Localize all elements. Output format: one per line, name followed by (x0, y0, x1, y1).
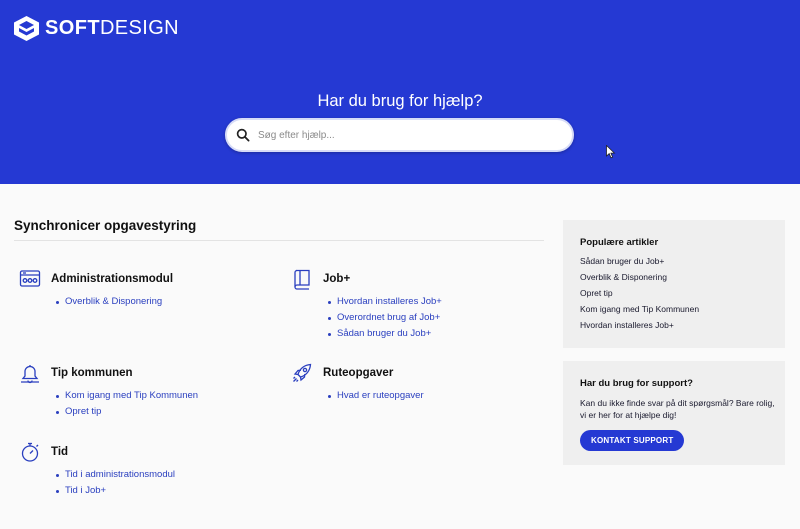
category-name: Tip kommunen (51, 367, 133, 379)
dashboard-icon (19, 268, 41, 290)
softdesign-logo-icon (14, 16, 39, 41)
article-link[interactable]: Hvad er ruteopgaver (328, 388, 549, 404)
article-link[interactable]: Opret tip (56, 404, 277, 420)
support-panel: Har du brug for support? Kan du ikke fin… (563, 361, 785, 465)
category-ruteopgaver: Ruteopgaver Hvad er ruteopgaver (291, 363, 549, 404)
hero-banner: SOFTDESIGN Har du brug for hjælp? (0, 0, 800, 184)
popular-article-link[interactable]: Opret tip (580, 285, 785, 301)
category-name: Tid (51, 446, 69, 458)
contact-support-button[interactable]: KONTAKT SUPPORT (580, 430, 685, 451)
brand-name: SOFTDESIGN (45, 17, 180, 39)
popular-article-link[interactable]: Overblik & Disponering (580, 269, 785, 285)
article-link[interactable]: Tid i Job+ (56, 483, 277, 499)
support-title: Har du brug for support? (580, 378, 693, 389)
brand-logo[interactable]: SOFTDESIGN (13, 15, 179, 42)
article-link[interactable]: Kom igang med Tip Kommunen (56, 388, 277, 404)
hero-title: Har du brug for hjælp? (317, 92, 483, 110)
mouse-cursor-icon (606, 145, 616, 159)
search-icon (236, 128, 250, 142)
article-link[interactable]: Hvordan installeres Job+ (328, 294, 549, 310)
stopwatch-icon (19, 441, 41, 463)
category-tid: Tid Tid i administrationsmodul Tid i Job… (19, 442, 277, 499)
popular-article-link[interactable]: Sådan bruger du Job+ (580, 253, 785, 269)
article-link[interactable]: Tid i administrationsmodul (56, 467, 277, 483)
category-tip-kommunen: Tip kommunen Kom igang med Tip Kommunen … (19, 363, 277, 420)
support-text: Kan du ikke finde svar på dit spørgsmål?… (580, 398, 775, 420)
popular-articles-panel: Populære artikler Sådan bruger du Job+ O… (563, 220, 785, 348)
popular-articles-title: Populære artikler (580, 237, 659, 248)
rocket-icon (291, 362, 313, 384)
popular-article-link[interactable]: Kom igang med Tip Kommunen (580, 301, 785, 317)
category-name: Administrationsmodul (51, 273, 174, 285)
category-name: Job+ (323, 273, 351, 285)
category-administrationsmodul: Administrationsmodul Overblik & Disponer… (19, 269, 277, 310)
article-link[interactable]: Overordnet brug af Job+ (328, 310, 549, 326)
popular-article-link[interactable]: Hvordan installeres Job+ (580, 317, 785, 333)
category-name: Ruteopgaver (323, 367, 394, 379)
section-title: Synchronicer opgavestyring (14, 218, 197, 233)
article-link[interactable]: Overblik & Disponering (56, 294, 277, 310)
search-bar[interactable] (225, 118, 574, 152)
search-input[interactable] (258, 129, 558, 141)
section-divider (14, 240, 544, 241)
bell-icon (19, 362, 41, 384)
category-job-plus: Job+ Hvordan installeres Job+ Overordnet… (291, 269, 549, 342)
book-icon (291, 268, 313, 290)
article-link[interactable]: Sådan bruger du Job+ (328, 326, 549, 342)
